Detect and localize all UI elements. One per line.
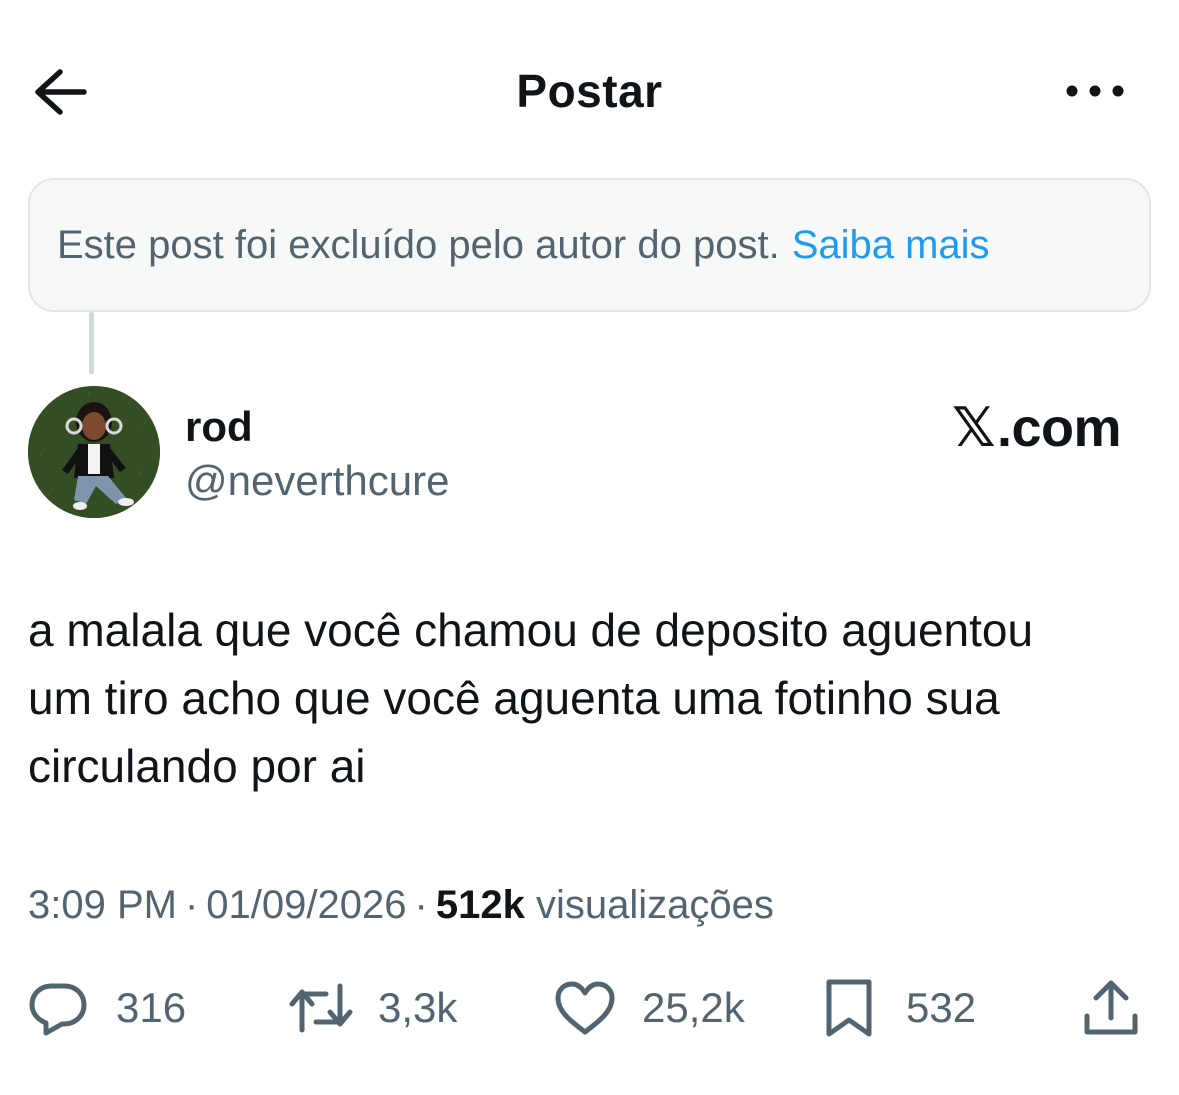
post-date[interactable]: 01/09/2026 bbox=[206, 883, 406, 927]
author-name[interactable]: rod bbox=[185, 402, 253, 452]
page-title: Postar bbox=[516, 65, 663, 117]
bookmark-count: 532 bbox=[906, 984, 977, 1031]
post-text-line: um tiro acho que você aguenta uma fotinh… bbox=[28, 672, 1000, 724]
post-text-line: circulando por ai bbox=[28, 740, 366, 792]
x-logo-icon: 𝕏 bbox=[951, 396, 996, 459]
deleted-post-notice: Este post foi excluído pelo autor do pos… bbox=[28, 178, 1151, 312]
views-count[interactable]: 512k bbox=[436, 883, 525, 927]
bookmark-icon bbox=[826, 979, 872, 1037]
reply-count: 316 bbox=[116, 984, 187, 1031]
heart-icon bbox=[555, 981, 615, 1035]
avatar-image bbox=[28, 386, 160, 518]
repost-arrows-icon bbox=[289, 983, 353, 1033]
meta-separator: · bbox=[184, 883, 199, 927]
views-label: visualizações bbox=[535, 883, 774, 927]
brand-suffix: .com bbox=[996, 398, 1122, 458]
more-options-button[interactable] bbox=[1060, 76, 1130, 106]
speech-bubble-icon bbox=[29, 983, 87, 1036]
meta-separator: · bbox=[414, 883, 428, 927]
action-bar: 316 3,3k 25,2k 532 bbox=[0, 976, 1179, 1040]
author-handle[interactable]: @neverthcure bbox=[185, 456, 449, 506]
repost-button[interactable]: 3,3k bbox=[288, 976, 457, 1040]
bookmark-button[interactable]: 532 bbox=[824, 976, 976, 1040]
more-horizontal-icon bbox=[1066, 85, 1124, 97]
top-bar: Postar bbox=[0, 0, 1179, 180]
like-count: 25,2k bbox=[642, 984, 745, 1031]
learn-more-link[interactable]: Saiba mais bbox=[792, 223, 990, 268]
deleted-notice-text: Este post foi excluído pelo autor do pos… bbox=[57, 222, 780, 267]
post-page: Postar Este post foi excluído pelo autor… bbox=[0, 0, 1179, 1095]
post-meta: 3:09 PM · 01/09/2026 · 512k visualizações bbox=[28, 880, 774, 930]
post-text: a malala que você chamou de deposito agu… bbox=[28, 596, 1158, 800]
share-upload-icon bbox=[1084, 980, 1138, 1035]
share-button[interactable] bbox=[1082, 976, 1140, 1040]
avatar[interactable] bbox=[28, 386, 160, 518]
repost-count: 3,3k bbox=[378, 984, 458, 1031]
thread-connector bbox=[89, 312, 94, 374]
x-com-watermark: 𝕏 .com bbox=[951, 396, 1122, 460]
post-time[interactable]: 3:09 PM bbox=[28, 883, 177, 927]
like-button[interactable]: 25,2k bbox=[554, 976, 745, 1040]
post-text-line: a malala que você chamou de deposito agu… bbox=[28, 604, 1034, 656]
reply-button[interactable]: 316 bbox=[28, 976, 186, 1040]
